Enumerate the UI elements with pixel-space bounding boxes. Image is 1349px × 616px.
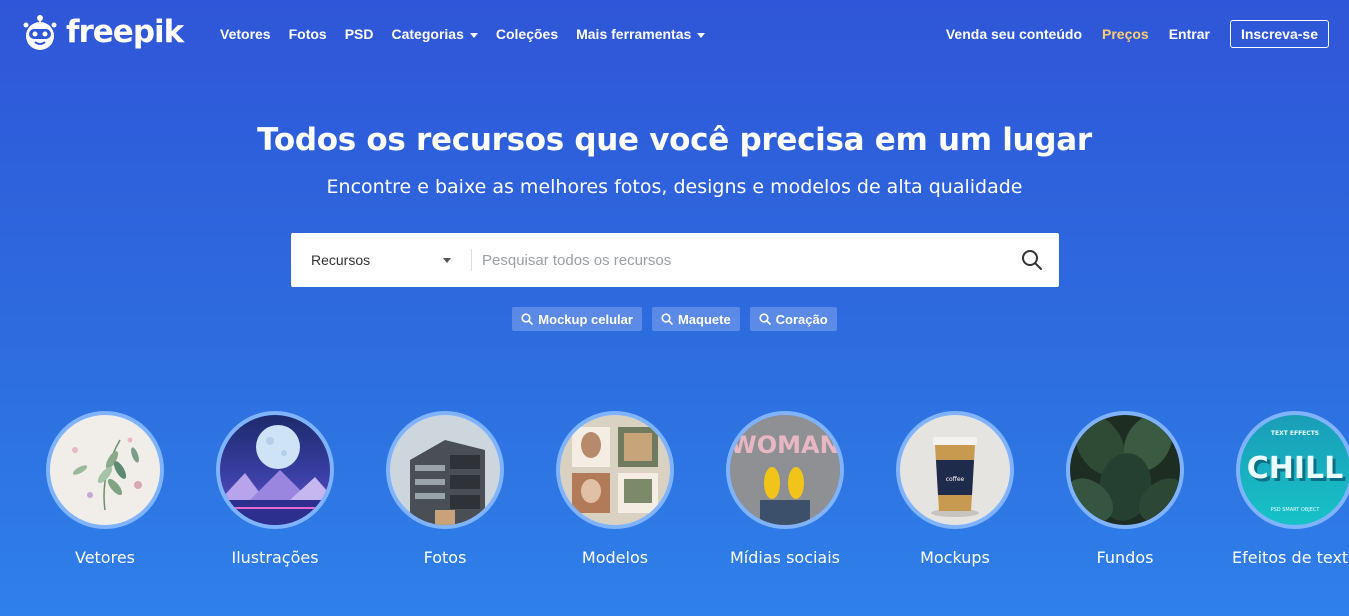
svg-text:WOMAN: WOMAN <box>730 431 839 459</box>
svg-text:TEXT EFFECTS: TEXT EFFECTS <box>1271 430 1319 437</box>
brand-name: freepik <box>66 14 184 50</box>
category-modelos[interactable]: Modelos <box>530 411 700 567</box>
woman-yellow-shoes-photo: WOMAN <box>726 411 844 529</box>
nav-link-categorias[interactable]: Categorias <box>392 26 478 42</box>
search-icon <box>521 313 534 325</box>
category-label: Vetores <box>74 548 135 567</box>
search-icon <box>661 313 673 325</box>
suggested-searches: Mockup celular Maquete Coração <box>0 307 1349 331</box>
chevron-down-icon <box>697 32 706 38</box>
chevron-down-icon <box>443 257 451 263</box>
leaves-illustration <box>46 411 164 529</box>
category-ilustracoes[interactable]: Ilustrações <box>190 411 360 567</box>
chevron-down-icon <box>469 32 478 38</box>
hero-title: Todos os recursos que você precisa em um… <box>257 122 1092 158</box>
main-menu: Vetores Fotos PSD Categorias Coleções Mais fe… <box>220 0 723 68</box>
nav-link-label: Coleções <box>495 26 559 42</box>
nav-link-label: Vetores <box>220 26 271 42</box>
search-icon <box>759 313 771 325</box>
login-link[interactable]: Entrar <box>1169 26 1210 42</box>
freepik-logo[interactable]: freepik <box>20 12 184 52</box>
svg-text:PSD SMART OBJECT: PSD SMART OBJECT <box>1271 507 1321 513</box>
category-midias-sociais[interactable]: WOMAN Mídias sociais <box>700 411 870 567</box>
category-label: Modelos <box>581 548 649 567</box>
category-mockups[interactable]: coffee Mockups <box>870 411 1040 567</box>
hero-subtitle: Encontre e baixe as melhores fotos, desi… <box>326 176 1023 198</box>
nav-link-fotos[interactable]: Fotos <box>289 26 327 42</box>
tag-label: Mockup celular <box>538 311 633 327</box>
svg-text:CHILL: CHILL <box>1247 451 1344 486</box>
building-photo <box>386 411 504 529</box>
search-button[interactable] <box>1005 233 1059 287</box>
search-input[interactable] <box>472 233 1005 287</box>
category-label: Efeitos de texto <box>1232 548 1349 567</box>
nav-link-vetores[interactable]: Vetores <box>220 26 271 42</box>
nav-link-label: Mais ferramentas <box>576 26 692 42</box>
sell-content-link[interactable]: Venda seu conteúdo <box>946 26 1082 42</box>
category-label: Ilustrações <box>231 548 319 567</box>
signup-button[interactable]: Inscreva-se <box>1229 20 1329 48</box>
category-label: Fotos <box>423 548 467 567</box>
category-label: Mockups <box>920 548 990 567</box>
suggested-search-tag[interactable]: Maquete <box>651 307 740 331</box>
coffee-cup-mockup: coffee <box>896 411 1014 529</box>
nav-link-cole-es[interactable]: Coleções <box>496 26 558 42</box>
suggested-search-tag[interactable]: Mockup celular <box>512 307 642 331</box>
search-bar: Recursos <box>291 233 1059 287</box>
nav-link-label: PSD <box>344 26 374 42</box>
freepik-mascot-icon <box>23 15 57 50</box>
search-icon <box>1022 250 1042 270</box>
category-label: Fundos <box>1096 548 1154 567</box>
svg-text:coffee: coffee <box>946 476 965 483</box>
tropical-leaves-background <box>1066 411 1184 529</box>
chill-text-effect: TEXT EFFECTS CHILL CHILL PSD SMART OBJEC… <box>1236 411 1349 529</box>
suggested-search-tag[interactable]: Coração <box>749 307 837 331</box>
account-menu: Venda seu conteúdo Preços Entrar Inscrev… <box>926 0 1329 68</box>
nav-link-psd[interactable]: PSD <box>345 26 374 42</box>
tag-label: Coração <box>775 311 828 327</box>
category-fundos[interactable]: Fundos <box>1040 411 1210 567</box>
category-label: Mídias sociais <box>729 548 841 567</box>
nav-link-mais-ferramentas[interactable]: Mais ferramentas <box>576 26 706 42</box>
moon-mountains-illustration <box>216 411 334 529</box>
nav-link-label: Fotos <box>288 26 327 42</box>
resource-type-value: Recursos <box>311 252 371 268</box>
category-efeitos-de-texto[interactable]: TEXT EFFECTS CHILL CHILL PSD SMART OBJEC… <box>1210 411 1349 567</box>
category-vetores[interactable]: Vetores <box>20 411 190 567</box>
tag-label: Maquete <box>677 311 731 327</box>
top-navigation: freepik Vetores Fotos PSD Categorias Coleçõe… <box>0 0 1349 68</box>
resource-type-select[interactable]: Recursos <box>291 233 471 287</box>
social-templates-thumbnail <box>556 411 674 529</box>
nav-link-label: Categorias <box>391 26 464 42</box>
category-fotos[interactable]: Fotos <box>360 411 530 567</box>
pricing-link[interactable]: Preços <box>1102 26 1149 42</box>
category-list: Vetores Ilustrações Fotos Modelos WOMAN … <box>0 411 1349 616</box>
